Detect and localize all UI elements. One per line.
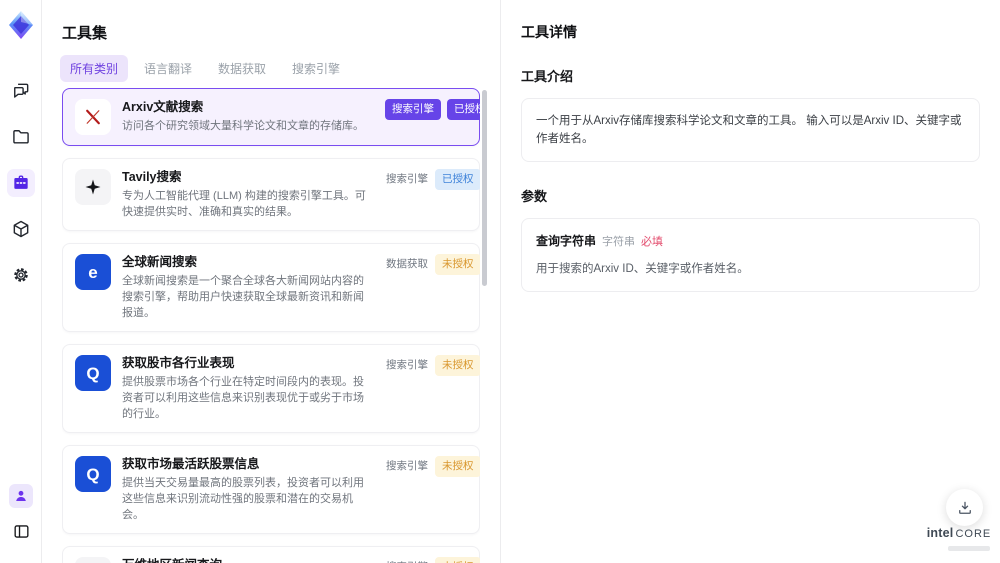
tool-card-body: 全球新闻搜索 全球新闻搜索是一个聚合全球各大新闻网站内容的搜索引擎，帮助用户快速… bbox=[122, 254, 374, 321]
download-button[interactable] bbox=[946, 489, 983, 526]
tool-description: 提供当天交易量最高的股票列表，投资者可以利用这些信息来识别流动性强的股票和潜在的… bbox=[122, 477, 364, 521]
settings-gear-icon[interactable] bbox=[7, 261, 35, 289]
auth-badge: 已授权 bbox=[447, 99, 480, 120]
tool-badges: 搜索引擎 未授权 bbox=[385, 355, 480, 422]
param-name: 查询字符串 bbox=[536, 234, 597, 248]
intel-core-logo: intel CORE bbox=[926, 524, 992, 551]
tool-badges: 数据获取 未授权 bbox=[385, 254, 480, 321]
tool-card[interactable]: e 全球新闻搜索 全球新闻搜索是一个聚合全球各大新闻网站内容的搜索引擎，帮助用户… bbox=[62, 243, 480, 332]
tool-card-body: Arxiv文献搜索 访问各个研究领域大量科学论文和文章的存储库。 bbox=[122, 99, 374, 135]
param-description: 用于搜索的Arxiv ID、关键字或作者姓名。 bbox=[536, 263, 749, 275]
tool-card[interactable]: 万维地区新闻查询 查询具体行政区划内的新闻，快速了解各地新闻动 搜索引擎 未授权 bbox=[62, 546, 480, 563]
toolbox-icon[interactable] bbox=[6, 169, 35, 197]
category-badge: 搜索引擎 bbox=[386, 359, 428, 371]
category-tab-0[interactable]: 所有类别 bbox=[60, 55, 129, 82]
list-scrollbar[interactable] bbox=[482, 90, 487, 286]
stock-search-icon: Q bbox=[75, 355, 111, 391]
tool-card[interactable]: Arxiv文献搜索 访问各个研究领域大量科学论文和文章的存储库。 搜索引擎 已授… bbox=[62, 88, 480, 146]
download-icon bbox=[958, 501, 971, 514]
page-title: 工具集 bbox=[62, 25, 108, 42]
auth-badge: 未授权 bbox=[435, 254, 480, 275]
tool-name: Tavily搜索 bbox=[122, 170, 182, 184]
tool-card-body: 获取股市各行业表现 提供股票市场各个行业在特定时间段内的表现。投资者可以利用这些… bbox=[122, 355, 374, 422]
tool-description: 专为人工智能代理 (LLM) 构建的搜索引擎工具。可快速提供实时、准确和真实的结… bbox=[122, 190, 366, 218]
global-news-icon: e bbox=[75, 254, 111, 290]
tool-name: Arxiv文献搜索 bbox=[122, 100, 204, 114]
cube-icon[interactable] bbox=[7, 215, 35, 243]
tool-description: 提供股票市场各个行业在特定时间段内的表现。投资者可以利用这些信息来识别表现优于或… bbox=[122, 376, 364, 420]
tool-badges: 搜索引擎 已授权 bbox=[385, 99, 480, 135]
auth-badge: 未授权 bbox=[435, 355, 480, 376]
category-badge: 搜索引擎 bbox=[386, 460, 428, 472]
core-logo-text: CORE bbox=[955, 528, 992, 540]
tavily-star-icon bbox=[75, 169, 111, 205]
params-heading: 参数 bbox=[521, 189, 548, 204]
tool-name: 万维地区新闻查询 bbox=[122, 557, 374, 563]
category-badge: 搜索引擎 bbox=[385, 99, 441, 120]
category-badge: 搜索引擎 bbox=[385, 557, 429, 563]
intro-heading: 工具介绍 bbox=[521, 69, 574, 84]
tool-card[interactable]: Tavily搜索 专为人工智能代理 (LLM) 构建的搜索引擎工具。可快速提供实… bbox=[62, 158, 480, 231]
category-tab-2[interactable]: 数据获取 bbox=[208, 55, 276, 82]
tool-description: 访问各个研究领域大量科学论文和文章的存储库。 bbox=[122, 120, 364, 132]
tool-list-panel: 工具集 所有类别 语言翻译 数据获取 搜索引擎 Arxiv文献搜索 访问各个研究领域大… bbox=[42, 0, 500, 563]
auth-badge: 未授权 bbox=[435, 557, 480, 563]
tool-name: 全球新闻搜索 bbox=[122, 255, 198, 269]
rail-bottom bbox=[0, 484, 42, 545]
newspaper-icon bbox=[75, 557, 111, 563]
tool-card[interactable]: Q 获取股市各行业表现 提供股票市场各个行业在特定时间段内的表现。投资者可以利用… bbox=[62, 344, 480, 433]
folder-icon[interactable] bbox=[7, 123, 35, 151]
left-rail bbox=[0, 0, 42, 563]
tool-details-panel: 工具详情 工具介绍 一个用于从Arxiv存储库搜索科学论文和文章的工具。 输入可… bbox=[500, 0, 1000, 563]
param-card: 查询字符串 字符串 必填 用于搜索的Arxiv ID、关键字或作者姓名。 bbox=[521, 218, 980, 292]
auth-badge: 未授权 bbox=[435, 456, 480, 477]
category-badge: 搜索引擎 bbox=[386, 173, 428, 185]
tool-card-body: 万维地区新闻查询 查询具体行政区划内的新闻，快速了解各地新闻动 bbox=[122, 557, 374, 563]
category-tab-3[interactable]: 搜索引擎 bbox=[282, 55, 350, 82]
param-type: 字符串 bbox=[602, 236, 636, 248]
app-logo-gem-icon[interactable] bbox=[5, 9, 37, 41]
intel-logo-text: intel bbox=[926, 526, 954, 540]
intro-text: 一个用于从Arxiv存储库搜索科学论文和文章的工具。 输入可以是Arxiv ID… bbox=[521, 98, 980, 162]
arxiv-logo-icon bbox=[75, 99, 111, 135]
tool-list: Arxiv文献搜索 访问各个研究领域大量科学论文和文章的存储库。 搜索引擎 已授… bbox=[62, 88, 480, 563]
auth-badge: 已授权 bbox=[435, 169, 480, 190]
brand-sub-blur bbox=[948, 546, 990, 551]
param-header: 查询字符串 字符串 必填 bbox=[536, 232, 965, 251]
tool-name: 获取市场最活跃股票信息 bbox=[122, 457, 260, 471]
param-required-badge: 必填 bbox=[641, 236, 664, 248]
panel-toggle-icon[interactable] bbox=[7, 517, 35, 545]
tool-badges: 搜索引擎 未授权 bbox=[385, 456, 480, 523]
rail-nav bbox=[6, 77, 35, 289]
user-avatar-icon[interactable] bbox=[9, 484, 33, 508]
tool-badges: 搜索引擎 未授权 bbox=[385, 557, 480, 563]
category-badge: 数据获取 bbox=[386, 258, 428, 270]
chat-icon[interactable] bbox=[7, 77, 35, 105]
details-title: 工具详情 bbox=[521, 24, 577, 40]
tool-description: 全球新闻搜索是一个聚合全球各大新闻网站内容的搜索引擎，帮助用户快速获取全球最新资… bbox=[122, 275, 364, 319]
tool-card[interactable]: Q 获取市场最活跃股票信息 提供当天交易量最高的股票列表，投资者可以利用这些信息… bbox=[62, 445, 480, 534]
category-tabs: 所有类别 语言翻译 数据获取 搜索引擎 bbox=[60, 55, 350, 82]
stock-search-icon: Q bbox=[75, 456, 111, 492]
category-tab-1[interactable]: 语言翻译 bbox=[134, 55, 202, 82]
tool-card-body: Tavily搜索 专为人工智能代理 (LLM) 构建的搜索引擎工具。可快速提供实… bbox=[122, 169, 374, 220]
tool-name: 获取股市各行业表现 bbox=[122, 356, 235, 370]
tool-badges: 搜索引擎 已授权 bbox=[385, 169, 480, 220]
app-window: 工具集 所有类别 语言翻译 数据获取 搜索引擎 Arxiv文献搜索 访问各个研究领域大… bbox=[0, 0, 1000, 563]
tool-card-body: 获取市场最活跃股票信息 提供当天交易量最高的股票列表，投资者可以利用这些信息来识… bbox=[122, 456, 374, 523]
